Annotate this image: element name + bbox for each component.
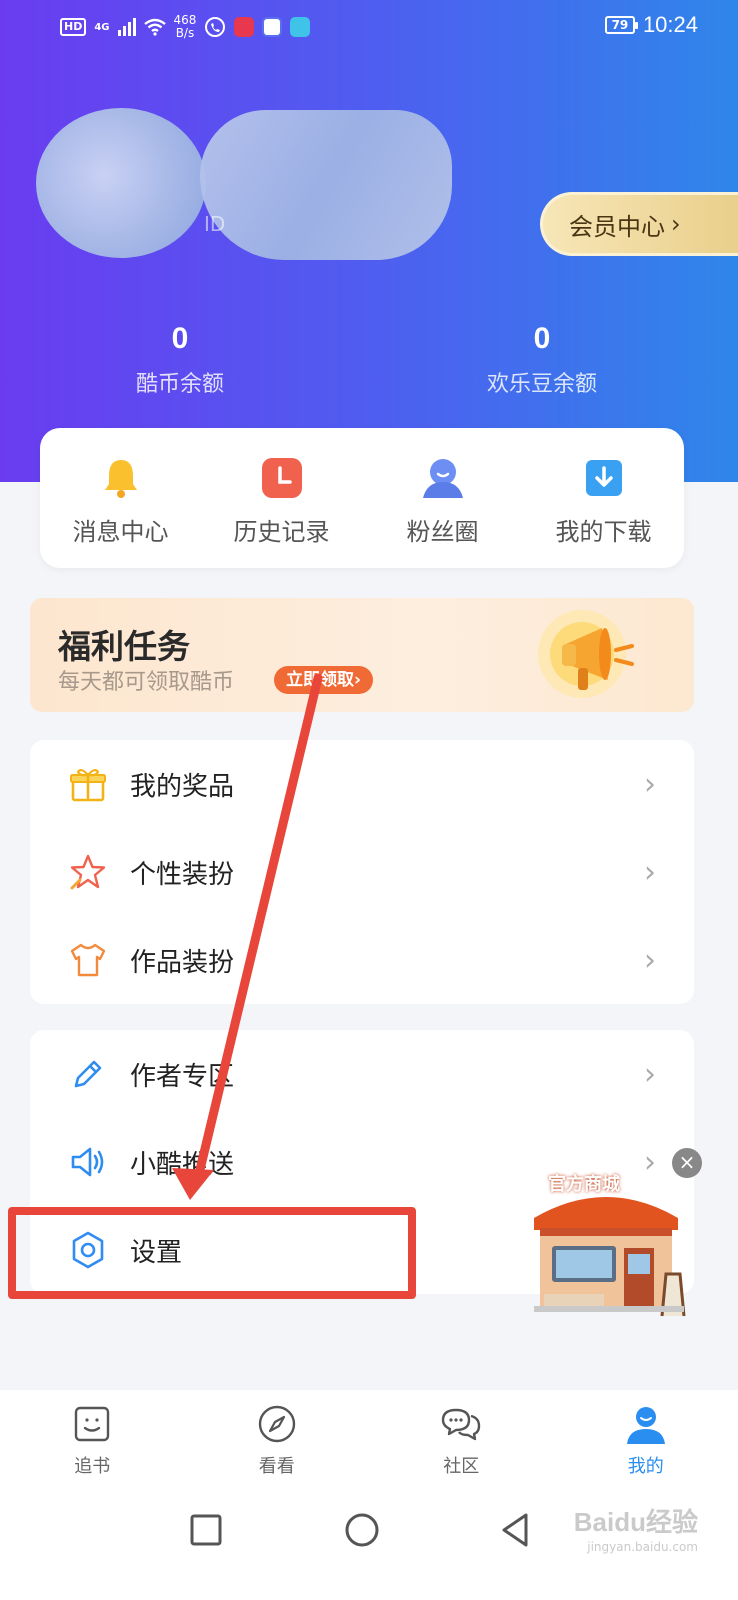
user-icon <box>626 1407 665 1444</box>
official-shop-label: 官方商城 <box>548 1174 620 1195</box>
annotation-highlight <box>8 1207 416 1299</box>
tab-mine[interactable]: 我的 <box>554 1390 738 1492</box>
tab-follow-books[interactable]: 追书 <box>0 1390 185 1492</box>
baidu-watermark-url: jingyan.baidu.com <box>587 1540 698 1554</box>
annotation-arrow <box>172 673 323 1200</box>
tab-community[interactable]: 社区 <box>369 1390 554 1492</box>
compass-icon <box>258 1405 295 1443</box>
smile-book-icon <box>75 1406 110 1442</box>
close-icon[interactable]: × <box>672 1148 702 1178</box>
nav-label: 我的 <box>627 1456 664 1477</box>
recent-apps-icon[interactable] <box>186 1510 226 1550</box>
back-icon[interactable] <box>496 1510 536 1550</box>
bottom-nav: 追书 看看 社区 我的 <box>0 1390 738 1492</box>
home-icon[interactable] <box>342 1510 382 1550</box>
nav-label: 社区 <box>443 1456 480 1477</box>
tab-watch[interactable]: 看看 <box>185 1390 370 1492</box>
chat-icon <box>442 1408 481 1441</box>
nav-label: 看看 <box>258 1456 295 1477</box>
baidu-watermark: Baidu经验 <box>573 1507 698 1537</box>
nav-label: 追书 <box>74 1456 111 1477</box>
